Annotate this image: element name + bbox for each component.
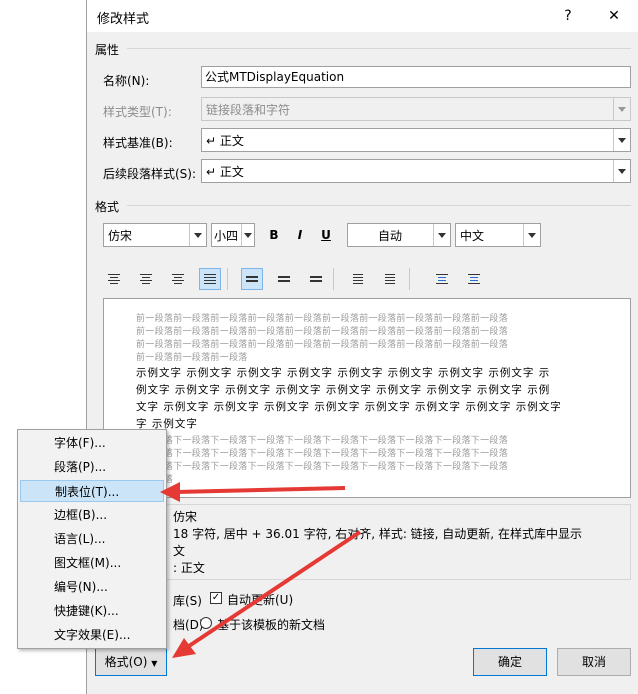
arrow-to-format-button-icon [172,530,362,658]
annotation-arrows [160,482,362,658]
arrow-to-tabs-icon [160,482,346,502]
